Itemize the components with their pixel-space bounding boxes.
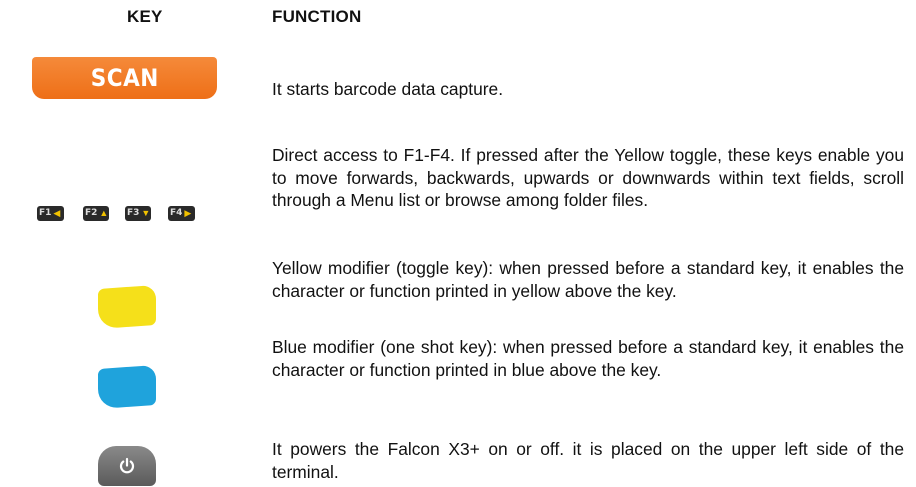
f3-key-icon: F3 ▼	[125, 206, 151, 221]
function-keys-description: Direct access to F1-F4. If pressed after…	[272, 145, 904, 211]
scan-key-icon: SCAN	[32, 57, 217, 99]
power-key-icon	[98, 446, 156, 486]
function-column-header: FUNCTION	[272, 7, 362, 26]
f4-key-icon: F4 ▶	[168, 206, 195, 221]
blue-modifier-key-icon	[98, 364, 156, 410]
scan-key-label: SCAN	[90, 64, 159, 92]
blue-modifier-description: Blue modifier (one shot key): when press…	[272, 337, 904, 380]
yellow-modifier-key-icon	[98, 284, 156, 330]
scan-key-description: It starts barcode data capture.	[272, 79, 504, 99]
key-column-header: KEY	[127, 7, 163, 26]
f2-key-icon: F2 ▲	[83, 206, 109, 221]
yellow-modifier-description: Yellow modifier (toggle key): when press…	[272, 258, 904, 301]
power-key-description: It powers the Falcon X3+ on or off. it i…	[272, 439, 904, 482]
f1-key-icon: F1 ◀	[37, 206, 64, 221]
power-symbol-icon	[119, 457, 135, 474]
